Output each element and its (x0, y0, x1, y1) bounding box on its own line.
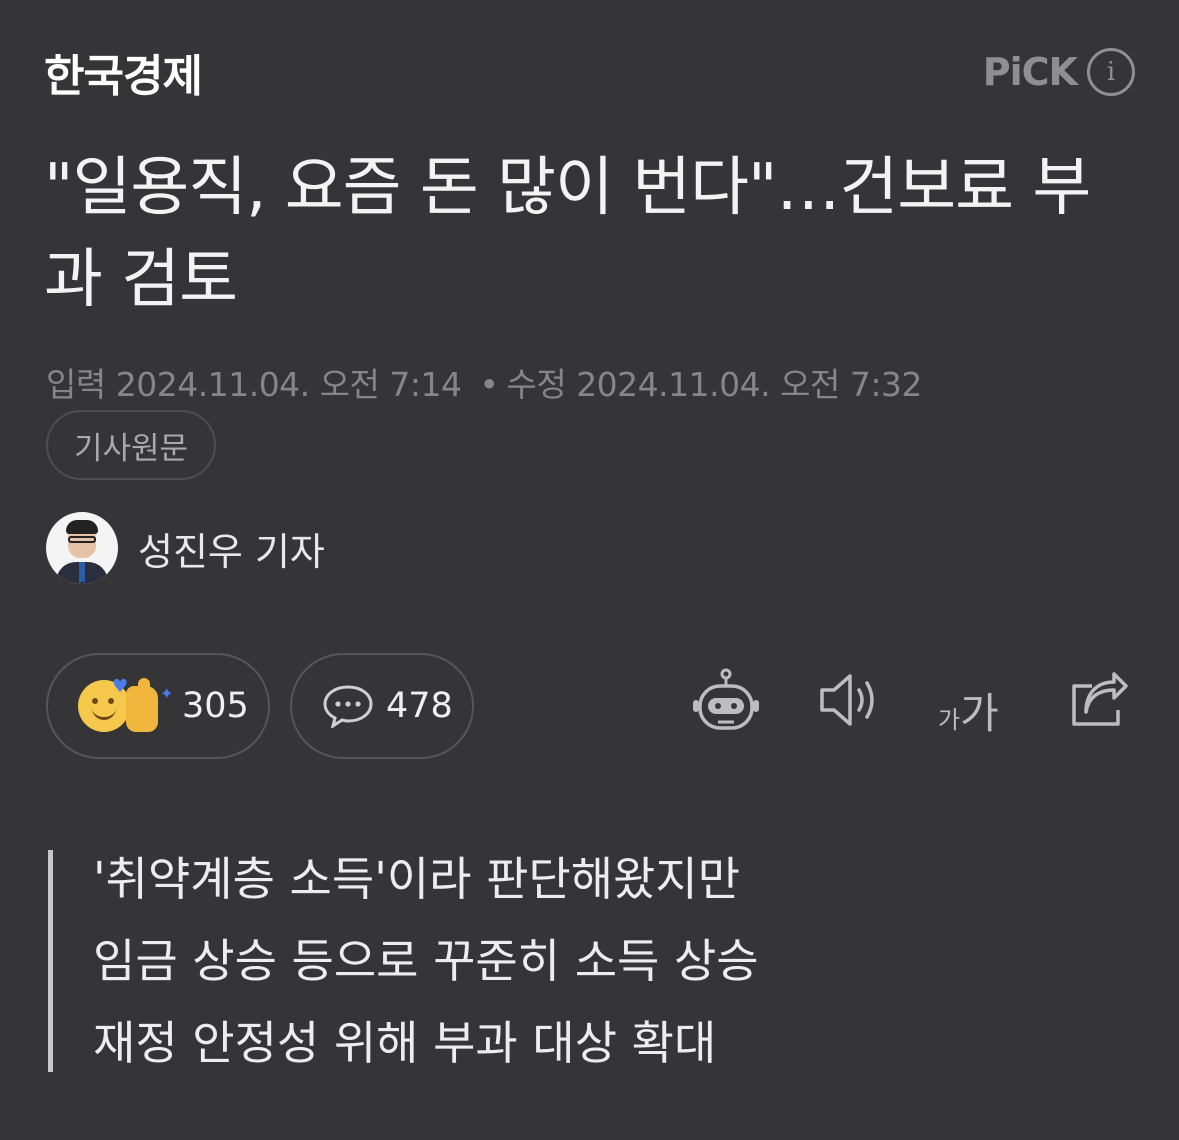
article-summary: '취약계층 소득'이라 판단해왔지만 임금 상승 등으로 꾸준히 소득 상승 재… (48, 850, 759, 1072)
pick-label: PiCK (982, 50, 1078, 94)
font-size-big: 가 (960, 689, 999, 738)
comment-bubble-icon (323, 685, 373, 728)
pick-badge[interactable]: PiCK i (983, 48, 1135, 96)
input-label: 입력 (46, 365, 106, 404)
summary-line: '취약계층 소득'이라 판단해왔지만 (93, 852, 741, 906)
font-size-icon[interactable]: 가가 (938, 680, 999, 741)
like-reaction-button[interactable]: ♥ ✦ 305 (46, 653, 270, 759)
comment-count: 478 (386, 686, 453, 726)
summary-line: 임금 상승 등으로 꾸준히 소득 상승 (93, 934, 759, 988)
article-page: 한국경제 PiCK i "일용직, 요즘 돈 많이 번다"…건보료 부과 검토 … (0, 0, 1179, 1140)
like-count: 305 (182, 686, 249, 726)
original-article-button[interactable]: 기사원문 (46, 410, 217, 480)
summary-bot-icon[interactable] (692, 668, 760, 736)
reporter-name[interactable]: 성진우 기자 (138, 521, 325, 576)
share-icon[interactable] (1068, 668, 1130, 728)
date-separator: • (479, 365, 499, 404)
reporter[interactable]: 성진우 기자 (46, 512, 325, 584)
reaction-emoji-icon: ♥ ✦ (78, 676, 174, 736)
comment-button[interactable]: 478 (290, 653, 474, 759)
font-size-small: 가 (938, 706, 961, 734)
article-headline: "일용직, 요즘 돈 많이 번다"…건보료 부과 검토 (44, 151, 1091, 317)
info-icon[interactable]: i (1087, 48, 1135, 96)
reporter-avatar[interactable] (46, 512, 118, 584)
modified-date: 2024.11.04. 오전 7:32 (576, 365, 922, 404)
press-logo[interactable]: 한국경제 (44, 40, 203, 104)
article-dates: 입력 2024.11.04. 오전 7:14 • 수정 2024.11.04. 오… (46, 358, 922, 406)
sound-icon[interactable] (818, 668, 880, 732)
modified-label: 수정 (506, 365, 567, 404)
input-date: 2024.11.04. 오전 7:14 (115, 365, 462, 404)
summary-line: 재정 안정성 위해 부과 대상 확대 (93, 1016, 717, 1070)
